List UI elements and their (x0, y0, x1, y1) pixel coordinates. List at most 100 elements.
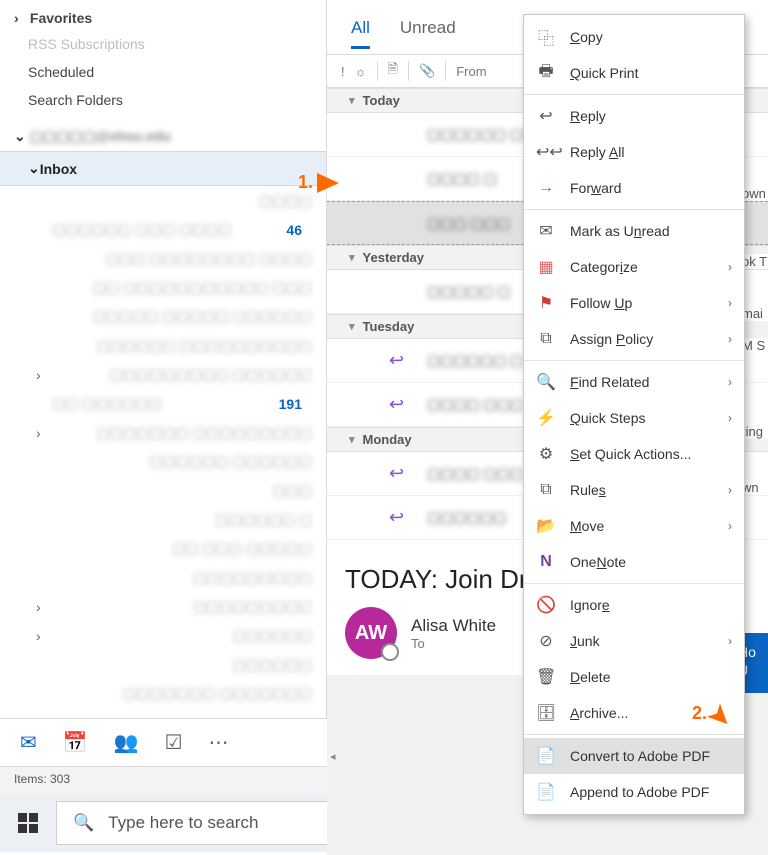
context-menu-item[interactable]: →Forward (524, 170, 744, 206)
sidebar-item[interactable]: ▢▢▢▢▢▢ ▢ (0, 505, 326, 534)
unread-count: 46 (286, 222, 312, 238)
context-menu-item[interactable]: 🔍Find Related› (524, 364, 744, 400)
context-menu-item[interactable]: ▦Categorize› (524, 249, 744, 285)
context-menu-item[interactable]: ↩↩Reply All (524, 134, 744, 170)
menu-item-icon: 📄 (536, 782, 556, 802)
from-filter[interactable]: From (456, 64, 486, 79)
menu-item-label: Archive... (570, 705, 628, 721)
menu-item-label: Copy (570, 29, 603, 45)
chevron-right-icon: › (36, 425, 52, 441)
menu-item-label: Convert to Adobe PDF (570, 748, 710, 764)
context-menu-item[interactable]: ↩Reply (524, 98, 744, 134)
account-header[interactable]: ⌄ ▢▢▢▢▢@shsu.edu (0, 114, 326, 151)
favorites-label: Favorites (30, 10, 92, 26)
chevron-right-icon: › (36, 599, 52, 615)
sidebar-item[interactable]: ›▢▢▢▢▢▢▢▢▢ (0, 592, 326, 621)
menu-item-icon: → (536, 179, 556, 197)
context-menu-item[interactable]: 🗑Delete (524, 659, 744, 695)
context-menu-item[interactable]: ⿻Copy (524, 19, 744, 55)
unread-count: 191 (279, 396, 312, 412)
sidebar-item[interactable]: ▢▢▢▢▢▢ ▢▢▢▢▢▢▢▢▢▢ (0, 331, 326, 360)
context-menu-item[interactable]: ⧉Assign Policy› (524, 321, 744, 357)
menu-item-label: Find Related (570, 374, 649, 390)
context-menu-item[interactable]: 📂 Move › (524, 508, 744, 544)
chevron-right-icon: › (728, 260, 732, 274)
context-menu-item[interactable]: ⊘Junk› (524, 623, 744, 659)
sidebar-item[interactable]: ▢▢▢▢▢▢ ▢▢▢ ▢▢▢▢ 46 (0, 215, 326, 244)
context-menu-item[interactable]: 📄Convert to Adobe PDF (524, 738, 744, 774)
menu-item-label: Categorize (570, 259, 638, 275)
folder-rss[interactable]: RSS Subscriptions (0, 30, 326, 58)
context-menu-item[interactable]: ⚑Follow Up› (524, 285, 744, 321)
sidebar-item[interactable]: ▢▢▢▢▢▢▢▢▢ (0, 563, 326, 592)
menu-item-icon: ↩ (536, 106, 556, 126)
chevron-right-icon: › (36, 367, 52, 383)
menu-item-icon: ⧉ (536, 330, 556, 348)
sidebar-item[interactable]: ▢▢ ▢▢▢ ▢▢▢▢▢ (0, 534, 326, 563)
sidebar-item[interactable]: ›▢▢▢▢▢▢▢ ▢▢▢▢▢▢▢▢▢ (0, 418, 326, 447)
inbox-label: Inbox (40, 161, 77, 177)
calendar-icon[interactable]: 📅 (63, 730, 88, 755)
menu-item-icon: ⊘ (536, 631, 556, 651)
folder-label: ▢▢▢▢▢▢ ▢▢▢ ▢▢▢▢ (52, 221, 232, 238)
reminder-icon[interactable]: ☼ (355, 64, 367, 79)
folder-label: ▢▢▢▢▢▢ (233, 656, 312, 673)
sidebar-item[interactable]: ▢▢ ▢▢▢▢▢▢191 (0, 389, 326, 418)
more-icon[interactable]: ⋯ (209, 730, 229, 755)
context-menu-item[interactable]: NOneNote (524, 544, 744, 580)
chevron-right-icon: › (728, 519, 732, 533)
sidebar-item[interactable]: ▢▢▢ ▢▢▢▢▢▢▢▢ ▢▢▢▢ (0, 244, 326, 273)
folder-label: ▢▢▢▢▢▢▢▢▢ ▢▢▢▢▢▢ (110, 366, 312, 383)
menu-item-icon: 🚫 (536, 595, 556, 615)
scroll-left-icon[interactable]: ◂ (330, 750, 336, 763)
folder-label: ▢▢▢ ▢▢▢▢▢▢▢▢ ▢▢▢▢ (106, 250, 312, 267)
favorites-header[interactable]: › Favorites (0, 0, 326, 30)
menu-item-icon: 📂 (536, 516, 556, 536)
chevron-right-icon: › (728, 483, 732, 497)
context-menu-item[interactable]: ⧉Rules› (524, 472, 744, 508)
importance-icon[interactable]: ! (341, 64, 345, 79)
context-menu-item[interactable]: 🚫 Ignore (524, 587, 744, 623)
folder-scheduled[interactable]: Scheduled (0, 58, 326, 86)
context-menu-item[interactable]: 🖶Quick Print (524, 55, 744, 91)
caret-down-icon: ▾ (349, 433, 355, 446)
folder-search-folders[interactable]: Search Folders (0, 86, 326, 114)
sidebar-item[interactable]: ▢▢▢▢▢ ▢▢▢▢▢ ▢▢▢▢▢▢ (0, 302, 326, 331)
account-name: ▢▢▢▢▢@shsu.edu (30, 128, 171, 144)
menu-item-icon: ⚙ (536, 444, 556, 464)
start-button[interactable] (0, 794, 56, 852)
menu-item-label: Move (570, 518, 604, 534)
context-menu-item[interactable]: ⚡Quick Steps› (524, 400, 744, 436)
mail-icon[interactable]: ✉ (20, 730, 37, 755)
menu-item-label: Ignore (570, 597, 610, 613)
sidebar-item[interactable]: ▢▢▢▢▢▢ ▢▢▢▢▢▢ (0, 447, 326, 476)
sidebar-item[interactable]: ▢▢ ▢▢▢▢▢▢▢▢▢▢▢ ▢▢▢ (0, 273, 326, 302)
caret-down-icon: ▾ (349, 320, 355, 333)
chevron-right-icon: › (728, 332, 732, 346)
search-icon: 🔍 (73, 813, 94, 833)
replied-icon: ↩ (389, 507, 404, 528)
context-menu-item[interactable]: 📄Append to Adobe PDF (524, 774, 744, 810)
sidebar-item[interactable]: ▢▢▢ (0, 476, 326, 505)
context-menu-item[interactable]: ⚙Set Quick Actions... (524, 436, 744, 472)
menu-item-label: Rules (570, 482, 606, 498)
tab-all[interactable]: All (351, 18, 370, 49)
sidebar-item[interactable]: ▢▢▢▢▢▢ (0, 650, 326, 679)
menu-item-icon: 🖶 (536, 60, 556, 87)
sidebar-item[interactable]: ›▢▢▢▢▢▢ (0, 621, 326, 650)
context-menu-item[interactable]: ✉Mark as Unread (524, 213, 744, 249)
chevron-down-icon: ⌄ (14, 128, 26, 144)
menu-item-icon: 🗄 (536, 703, 556, 723)
tasks-icon[interactable]: ☑ (165, 730, 183, 755)
new-icon[interactable]: 🗎 (388, 60, 398, 82)
menu-item-icon: 🔍 (536, 372, 556, 392)
sidebar-item[interactable]: ▢▢▢▢▢▢▢ ▢▢▢▢▢▢▢ (0, 679, 326, 708)
menu-item-label: Mark as Unread (570, 223, 670, 239)
sidebar-item[interactable]: › ▢▢▢▢▢▢▢▢▢ ▢▢▢▢▢▢ (0, 360, 326, 389)
folder-label: ▢▢ ▢▢▢ ▢▢▢▢▢ (172, 540, 312, 557)
people-icon[interactable]: 👥 (114, 730, 139, 755)
sidebar-item[interactable]: ▢▢▢▢ (0, 186, 326, 215)
attach-icon[interactable]: 📎 (419, 63, 435, 79)
inbox-row[interactable]: ⌄ Inbox (0, 151, 326, 186)
tab-unread[interactable]: Unread (400, 18, 456, 46)
